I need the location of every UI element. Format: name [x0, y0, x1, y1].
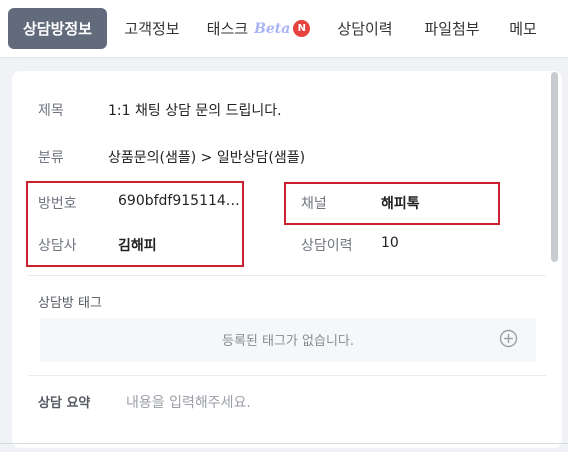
tab-label: 상담방정보	[22, 20, 92, 38]
tab-label: 메모	[509, 20, 537, 38]
tags-label: 상담방 태그	[38, 296, 102, 311]
beta-label: Beta	[254, 20, 291, 37]
category-label: 분류	[38, 150, 64, 166]
bottom-border	[0, 443, 568, 444]
new-badge: N	[293, 20, 311, 37]
tab-room-info[interactable]: 상담방정보	[8, 8, 107, 49]
agent-value: 김해피	[118, 238, 157, 254]
channel-value: 해피톡	[381, 196, 420, 212]
history-label: 상담이력	[301, 238, 353, 254]
tab-label: 파일첨부	[424, 20, 480, 38]
room-no-value: 690bfdf915114…	[118, 193, 240, 209]
summary-label: 상담 요약	[38, 396, 91, 411]
scrollbar-thumb[interactable]	[551, 72, 558, 262]
category-value: 상품문의(샘플) > 일반상담(샘플)	[108, 150, 306, 166]
tab-file-attach[interactable]: 파일첨부	[412, 8, 492, 49]
tag-area: 등록된 태그가 없습니다.	[40, 318, 536, 362]
tab-memo[interactable]: 메모	[497, 8, 549, 49]
add-tag-icon[interactable]	[499, 329, 518, 348]
history-value: 10	[381, 235, 399, 251]
divider	[28, 275, 546, 276]
tab-customer-info[interactable]: 고객정보	[113, 8, 191, 49]
tab-task[interactable]: 태스크 Beta N	[201, 8, 316, 49]
tag-empty-text: 등록된 태그가 없습니다.	[222, 334, 354, 349]
agent-label: 상담사	[38, 238, 77, 254]
tab-label: 태스크	[206, 20, 249, 38]
summary-input[interactable]: 내용을 입력해주세요.	[126, 392, 426, 412]
title-label: 제목	[38, 103, 64, 119]
title-value: 1:1 채팅 상담 문의 드립니다.	[108, 103, 282, 119]
divider	[28, 375, 546, 376]
tab-consult-history[interactable]: 상담이력	[325, 8, 405, 49]
tab-label: 고객정보	[124, 20, 180, 38]
room-no-label: 방번호	[38, 196, 77, 212]
tab-bar: 상담방정보 고객정보 태스크 Beta N 상담이력 파일첨부 메모	[0, 0, 568, 58]
tab-label: 상담이력	[337, 20, 393, 38]
channel-label: 채널	[301, 196, 327, 212]
